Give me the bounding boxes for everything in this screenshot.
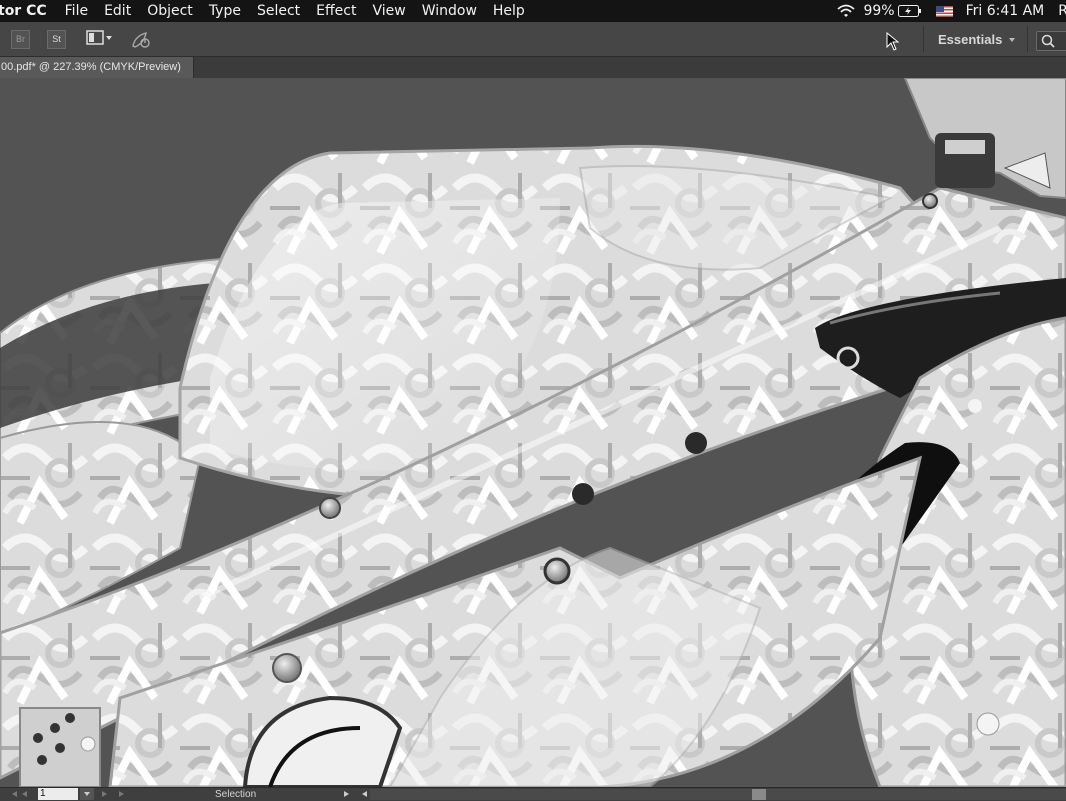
workspace-switcher[interactable]: Essentials <box>938 32 1002 47</box>
current-tool-label[interactable]: Selection <box>215 788 256 801</box>
chevron-down-icon <box>1009 38 1015 42</box>
status-bar: 1 Selection <box>0 787 1066 801</box>
motorcycle-artwork <box>0 78 1066 787</box>
scroll-left-icon[interactable] <box>362 791 367 797</box>
first-artboard-icon[interactable] <box>12 791 17 797</box>
bridge-button[interactable]: Br <box>11 30 30 49</box>
wifi-icon[interactable] <box>837 4 856 18</box>
battery-percent: 99% <box>863 3 895 19</box>
macos-menu-bar: tor CC File Edit Object Type Select Effe… <box>0 0 1066 22</box>
menu-type[interactable]: Type <box>201 3 249 19</box>
artboard-dropdown[interactable] <box>80 788 94 800</box>
menu-window[interactable]: Window <box>414 3 485 19</box>
document-tab-bar: 00.pdf* @ 227.39% (CMYK/Preview) <box>0 57 1066 78</box>
previous-artboard-icon[interactable] <box>22 791 27 797</box>
horizontal-scrollbar[interactable] <box>370 789 1066 800</box>
input-source-flag-icon[interactable] <box>935 5 953 17</box>
toolbar-divider <box>1027 26 1028 52</box>
menubar-clock[interactable]: Fri 6:41 AM <box>966 3 1045 19</box>
gpu-performance-button[interactable] <box>130 30 154 50</box>
stock-button[interactable]: St <box>47 30 66 49</box>
menu-file[interactable]: File <box>57 3 96 19</box>
search-icon <box>1041 34 1055 48</box>
menu-edit[interactable]: Edit <box>96 3 139 19</box>
arrange-documents-icon <box>86 30 112 45</box>
mouse-cursor-icon <box>886 31 900 57</box>
menu-effect[interactable]: Effect <box>308 3 364 19</box>
scrollbar-thumb[interactable] <box>752 789 766 800</box>
application-bar: Br St Essentials <box>0 22 1066 57</box>
menu-help[interactable]: Help <box>485 3 533 19</box>
menu-select[interactable]: Select <box>249 3 308 19</box>
last-artboard-icon[interactable] <box>119 791 124 797</box>
app-menu[interactable]: tor CC <box>0 3 57 19</box>
toolbar-divider <box>923 26 924 52</box>
artboard-number-field[interactable]: 1 <box>38 788 78 800</box>
chevron-down-icon <box>84 792 90 796</box>
next-artboard-icon[interactable] <box>102 791 107 797</box>
battery-icon[interactable] <box>897 5 922 17</box>
user-menu[interactable]: R <box>1058 3 1066 19</box>
artboard-canvas[interactable] <box>0 78 1066 787</box>
search-help-field[interactable] <box>1036 31 1066 51</box>
arrange-documents-button[interactable] <box>86 30 116 48</box>
menu-object[interactable]: Object <box>139 3 201 19</box>
status-menu-arrow-icon[interactable] <box>344 791 349 797</box>
document-tab[interactable]: 00.pdf* @ 227.39% (CMYK/Preview) <box>0 57 194 78</box>
rocket-icon <box>132 32 150 48</box>
menu-view[interactable]: View <box>364 3 413 19</box>
